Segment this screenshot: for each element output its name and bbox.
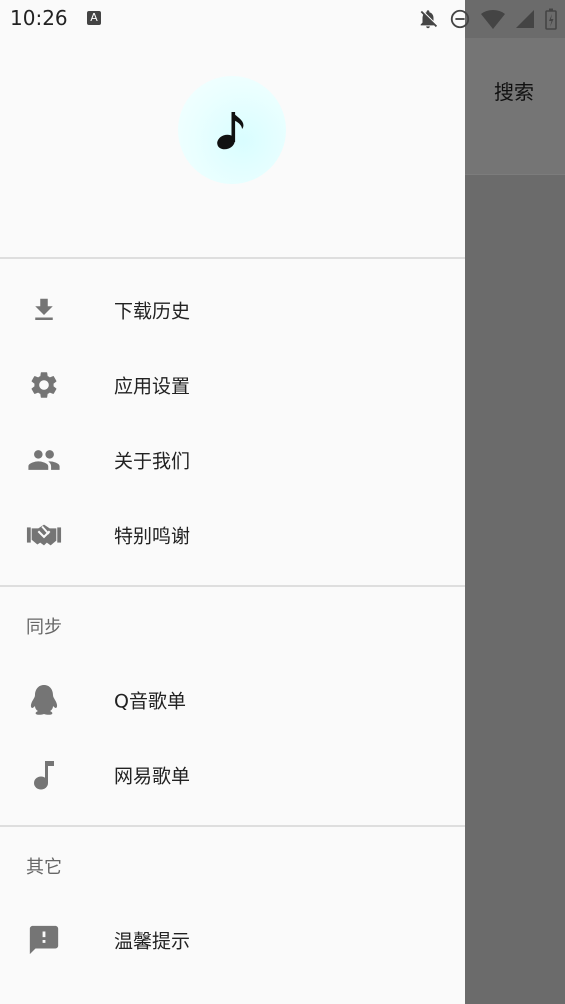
menu-item-settings[interactable]: 应用设置 [0, 347, 465, 422]
music-note-logo-icon [217, 112, 244, 150]
drawer-header [0, 38, 465, 258]
section-title-other: 其它 [26, 857, 62, 878]
menu-item-download-history[interactable]: 下载历史 [0, 272, 465, 347]
bell-off-icon [420, 10, 438, 29]
menu-item-label: 温馨提示 [114, 930, 191, 952]
menu-item-about-us[interactable]: 关于我们 [0, 422, 465, 497]
status-time: 10:26 [10, 6, 68, 30]
menu-item-label: 应用设置 [114, 375, 191, 397]
download-icon [26, 292, 62, 328]
divider-sync [0, 585, 465, 587]
notification-icon: A [87, 11, 101, 25]
menu-item-label: 关于我们 [114, 450, 191, 472]
feedback-icon [26, 922, 62, 958]
menu-item-acknowledgements[interactable]: 特别鸣谢 [0, 497, 465, 572]
navigation-drawer: 下载历史 应用设置 关于我们 特别鸣谢 同步 Q音歌单 网易歌单 其它 温馨提示 [0, 0, 465, 1004]
menu-item-tips[interactable]: 温馨提示 [0, 902, 465, 977]
search-button[interactable]: 搜索 [494, 76, 534, 105]
menu-item-label: 特别鸣谢 [114, 525, 191, 547]
divider-other [0, 825, 465, 827]
menu-item-label: 下载历史 [114, 300, 191, 322]
status-icons [417, 8, 557, 30]
wifi-icon [481, 10, 505, 29]
gear-icon [26, 367, 62, 403]
menu-item-label: 网易歌单 [114, 765, 191, 787]
qq-penguin-icon [26, 682, 62, 718]
section-title-sync: 同步 [26, 617, 62, 638]
status-bar: 10:26 A [0, 0, 565, 38]
handshake-icon [26, 517, 62, 553]
menu-item-label: Q音歌单 [114, 690, 186, 712]
app-logo[interactable] [178, 76, 286, 184]
battery-icon [545, 8, 557, 30]
do-not-disturb-icon [450, 9, 470, 29]
menu-item-qq-playlist[interactable]: Q音歌单 [0, 662, 465, 737]
people-icon [26, 442, 62, 478]
music-note-icon [26, 757, 62, 793]
divider-top [0, 257, 465, 259]
menu-item-netease-playlist[interactable]: 网易歌单 [0, 737, 465, 812]
signal-icon [516, 10, 534, 28]
